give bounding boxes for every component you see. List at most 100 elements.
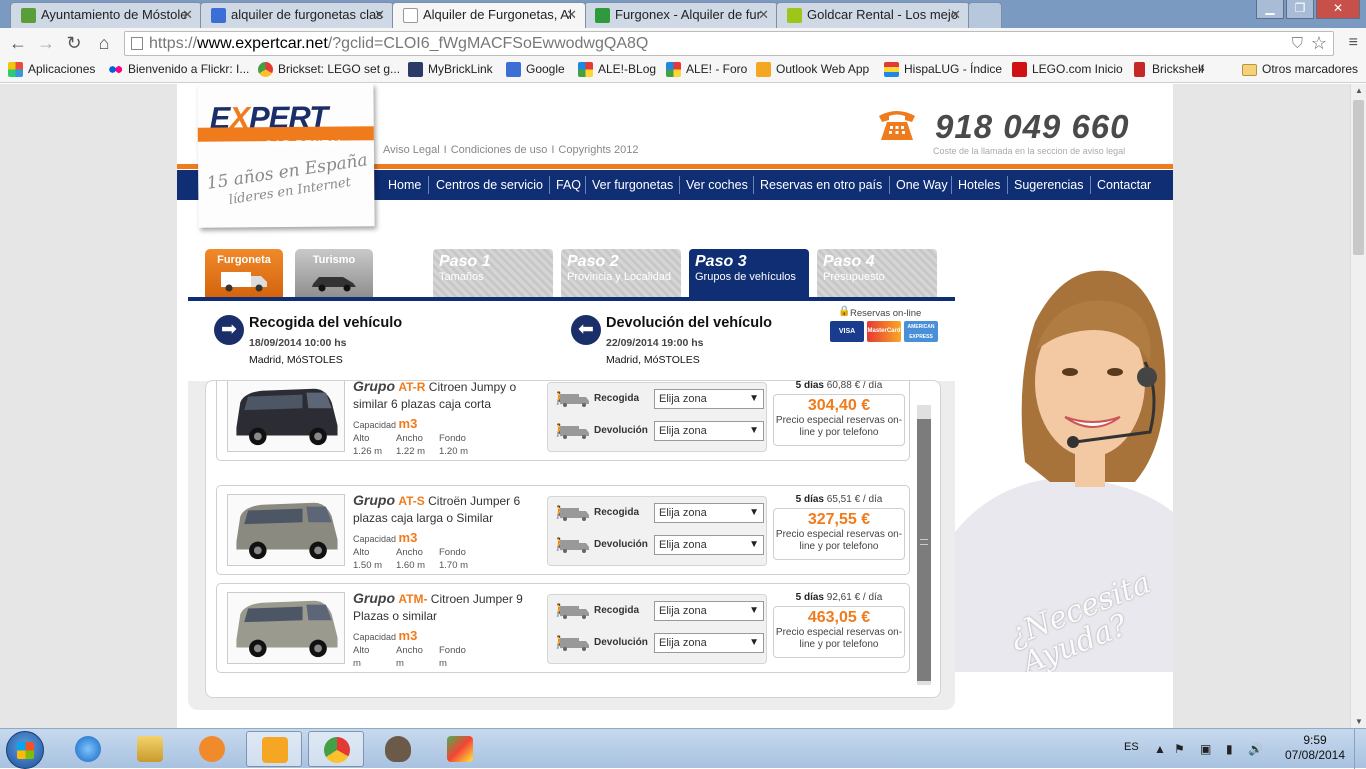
nav-sugerencias[interactable]: Sugerencias (1014, 170, 1084, 200)
minimize-icon[interactable]: ▁ (1256, 0, 1284, 19)
step-1[interactable]: Paso 1 Tamaños (433, 249, 553, 297)
forward-arrow-icon[interactable]: → (34, 31, 58, 55)
nav-ver-furgonetas[interactable]: Ver furgonetas (592, 170, 673, 200)
network-icon[interactable]: ▮ (1226, 742, 1233, 756)
step-2[interactable]: Paso 2 Provincia y Localidad (561, 249, 681, 297)
back-arrow-icon[interactable]: ← (6, 31, 30, 55)
chevron-down-icon: ▼ (749, 393, 759, 404)
vehicle-results-list: Grupo AT-R Citroen Jumpy o similar 6 pla… (205, 380, 941, 698)
bookmarks-overflow-chevron[interactable]: » (1198, 62, 1205, 76)
device-icon[interactable]: ▣ (1200, 742, 1211, 756)
close-tab-icon[interactable]: ✕ (566, 7, 577, 23)
bookmark-brickset[interactable]: Brickset: LEGO set g... (258, 62, 400, 77)
step-4[interactable]: Paso 4 Presupuesto (817, 249, 937, 297)
nav-hoteles[interactable]: Hoteles (958, 170, 1000, 200)
chevron-down-icon: ▼ (749, 425, 759, 436)
nav-ver-coches[interactable]: Ver coches (686, 170, 748, 200)
close-tab-icon[interactable]: ✕ (950, 7, 961, 23)
bookmark-brickshelf[interactable]: Brickshelf (1132, 62, 1204, 77)
van-photo-icon (236, 388, 338, 446)
menu-icon[interactable]: ≡ (1349, 34, 1358, 52)
close-tab-icon[interactable]: ✕ (374, 7, 385, 23)
bookmark-otros-marcadores[interactable]: Otros marcadores (1242, 62, 1358, 76)
bookmark-aplicaciones[interactable]: Aplicaciones (8, 62, 95, 77)
tab-turismo[interactable]: Turismo (295, 249, 373, 297)
pickup-zone-select[interactable]: Elija zona ▼ (654, 503, 764, 523)
reload-icon[interactable]: ↻ (62, 31, 86, 55)
taskbar-media-player[interactable] (184, 731, 240, 767)
bookmark-mybricklink[interactable]: MyBrickLink (408, 62, 493, 77)
language-indicator[interactable]: ES (1124, 741, 1139, 753)
shield-icon[interactable]: ⛉ (1292, 32, 1303, 55)
tab-goldcar[interactable]: Goldcar Rental - Los mejo ✕ (776, 2, 970, 28)
page-info-icon[interactable] (131, 37, 143, 50)
taskbar-gimp[interactable] (370, 731, 426, 767)
close-tab-icon[interactable]: ✕ (182, 7, 193, 23)
dropoff-zone-select[interactable]: Elija zona ▼ (654, 633, 764, 653)
tab-google-search[interactable]: alquiler de furgonetas clas ✕ (200, 2, 394, 28)
van-photo-icon (236, 502, 338, 560)
scroll-down-icon[interactable]: ▼ (1355, 717, 1363, 726)
results-scrollbar[interactable] (917, 405, 931, 685)
tab-ayuntamiento[interactable]: Ayuntamiento de Móstole ✕ (10, 2, 202, 28)
condiciones-link[interactable]: Condiciones de uso (451, 144, 548, 156)
scrollbar-thumb[interactable] (1353, 100, 1364, 255)
bookmark-star-icon[interactable]: ☆ (1311, 32, 1327, 55)
aviso-legal-link[interactable]: Aviso Legal (383, 144, 440, 156)
new-tab-button[interactable] (968, 2, 1002, 28)
taskbar-outlook[interactable] (246, 731, 302, 767)
nav-centros-de-servicio[interactable]: Centros de servicio (436, 170, 543, 200)
taskbar-explorer[interactable] (122, 731, 178, 767)
close-window-icon[interactable]: ✕ (1316, 0, 1360, 19)
tab-furgonex[interactable]: Furgonex - Alquiler de fur ✕ (584, 2, 778, 28)
lego-icon (1012, 62, 1027, 77)
volume-icon[interactable]: 🔊 (1248, 742, 1263, 756)
tab-furgoneta[interactable]: Furgoneta (205, 249, 283, 297)
tab-expertcar[interactable]: Alquiler de Furgonetas, Al ✕ (392, 2, 586, 28)
vehicle-description: Grupo ATM- Citroen Jumper 9 Plazas o sim… (353, 590, 523, 623)
nav-reservas-otro-pais[interactable]: Reservas en otro país (760, 170, 882, 200)
pickup-zone-select[interactable]: Elija zona ▼ (654, 389, 764, 409)
nav-faq[interactable]: FAQ (556, 170, 581, 200)
system-clock[interactable]: 9:59 07/08/2014 (1280, 733, 1350, 763)
windows-logo-icon (17, 742, 34, 759)
dim-ancho: 1.60 m (396, 560, 426, 571)
page-scrollbar[interactable]: ▲ ▼ (1350, 84, 1366, 728)
expert-car-rental-logo[interactable]: EXPERT CAR RENTAL 15 años en España líde… (197, 84, 375, 228)
outlook-icon (756, 62, 771, 77)
bookmark-ale-blog[interactable]: ALE!-BLog (578, 62, 656, 77)
bookmark-lego[interactable]: LEGO.com Inicio (1012, 62, 1123, 77)
taskbar-chrome[interactable] (308, 731, 364, 767)
browser-tabstrip: Ayuntamiento de Móstole ✕ alquiler de fu… (0, 0, 1366, 28)
bookmark-google[interactable]: Google (506, 62, 565, 77)
dropoff-date: 22/09/2014 19:00 hs (606, 337, 704, 349)
nav-contactar[interactable]: Contactar (1097, 170, 1151, 200)
step-3[interactable]: Paso 3 Grupos de vehículos (689, 249, 809, 297)
legal-links: Aviso Legal I Condiciones de uso I Copyright… (383, 144, 639, 156)
tray-chevron-up-icon[interactable]: ▲ (1154, 742, 1166, 756)
bookmark-ale-foro[interactable]: ALE! - Foro (666, 62, 747, 77)
results-scrollbar-thumb[interactable] (917, 419, 931, 681)
nav-home[interactable]: Home (388, 170, 421, 200)
van-icon (221, 272, 267, 292)
home-icon[interactable]: ⌂ (92, 31, 116, 55)
scroll-up-icon[interactable]: ▲ (1355, 86, 1363, 95)
address-bar[interactable]: https://www.expertcar.net/?gclid=CLOI6_f… (124, 31, 1334, 56)
restore-icon[interactable]: ❐ (1286, 0, 1314, 19)
dropoff-place: Madrid, MóSTOLES (606, 354, 700, 366)
bookmark-flickr[interactable]: Bienvenido a Flickr: I... (108, 62, 249, 77)
pickup-zone-select[interactable]: Elija zona ▼ (654, 601, 764, 621)
action-center-flag-icon[interactable]: ⚑ (1174, 742, 1185, 756)
taskbar-image-viewer[interactable] (432, 731, 488, 767)
dropoff-zone-select[interactable]: Elija zona ▼ (654, 421, 764, 441)
dropoff-zone-select[interactable]: Elija zona ▼ (654, 535, 764, 555)
ale-icon (666, 62, 681, 77)
help-agent-image[interactable]: ¿Necesita Ayuda? (955, 232, 1173, 672)
close-tab-icon[interactable]: ✕ (758, 7, 769, 23)
start-button[interactable] (6, 731, 44, 769)
show-desktop-button[interactable] (1354, 729, 1366, 769)
bookmark-outlook[interactable]: Outlook Web App (756, 62, 869, 77)
bookmark-hispalug[interactable]: HispaLUG - Índice (884, 62, 1002, 77)
taskbar-ie[interactable] (60, 731, 116, 767)
nav-one-way[interactable]: One Way (896, 170, 948, 200)
